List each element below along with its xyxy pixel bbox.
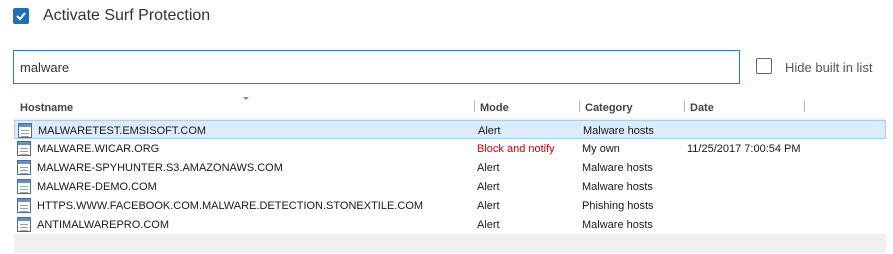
hide-builtin-checkbox[interactable] — [756, 58, 772, 74]
surf-protection-label: Activate Surf Protection — [43, 7, 211, 24]
cell-category: Malware hosts — [582, 181, 653, 193]
hosts-table: Hostname Mode Category Date MALWARETEST.… — [14, 96, 886, 253]
cell-category: My own — [582, 143, 620, 155]
table-row[interactable]: HTTPS.WWW.FACEBOOK.COM.MALWARE.DETECTION… — [14, 196, 886, 215]
column-separator[interactable] — [804, 100, 805, 112]
sort-indicator-icon — [243, 97, 249, 100]
host-entry-icon — [17, 198, 31, 213]
search-input[interactable]: malware — [13, 50, 740, 84]
column-header-date[interactable]: Date — [690, 102, 714, 114]
surf-protection-checkbox[interactable] — [13, 8, 29, 24]
cell-hostname: ANTIMALWAREPRO.COM — [37, 219, 170, 231]
host-entry-icon — [18, 123, 32, 138]
table-row[interactable]: MALWARETEST.EMSISOFT.COM Alert Malware h… — [14, 120, 886, 139]
table-header: Hostname Mode Category Date — [14, 96, 886, 118]
column-separator[interactable] — [474, 100, 475, 112]
cell-mode: Alert — [477, 181, 500, 193]
cell-category: Malware hosts — [582, 162, 653, 174]
cell-mode: Alert — [477, 200, 500, 212]
cell-mode: Block and notify — [477, 143, 555, 155]
cell-hostname: MALWARE.WICAR.ORG — [37, 143, 160, 155]
cell-hostname: MALWARETEST.EMSISOFT.COM — [38, 125, 207, 137]
cell-category: Malware hosts — [582, 219, 653, 231]
column-separator[interactable] — [684, 100, 685, 112]
checkmark-icon — [16, 12, 26, 21]
cell-category: Phishing hosts — [582, 200, 654, 212]
host-entry-icon — [17, 141, 31, 156]
column-header-hostname[interactable]: Hostname — [20, 102, 73, 114]
cell-hostname: MALWARE-DEMO.COM — [37, 181, 157, 193]
host-entry-icon — [17, 179, 31, 194]
table-row[interactable]: ANTIMALWAREPRO.COM Alert Malware hosts — [14, 215, 886, 234]
table-row[interactable]: MALWARE-SPYHUNTER.S3.AMAZONAWS.COM Alert… — [14, 158, 886, 177]
table-row[interactable]: MALWARE-DEMO.COM Alert Malware hosts — [14, 177, 886, 196]
cell-mode: Alert — [478, 125, 501, 137]
cell-mode: Alert — [477, 162, 500, 174]
column-header-category[interactable]: Category — [585, 102, 633, 114]
cell-mode: Alert — [477, 219, 500, 231]
host-entry-icon — [17, 160, 31, 175]
table-body: MALWARETEST.EMSISOFT.COM Alert Malware h… — [14, 118, 886, 253]
cell-hostname: MALWARE-SPYHUNTER.S3.AMAZONAWS.COM — [37, 162, 283, 174]
cell-category: Malware hosts — [583, 125, 654, 137]
host-entry-icon — [17, 217, 31, 232]
cell-date: 11/25/2017 7:00:54 PM — [687, 143, 801, 155]
hide-builtin-label: Hide built in list — [785, 60, 873, 75]
cell-hostname: HTTPS.WWW.FACEBOOK.COM.MALWARE.DETECTION… — [37, 200, 424, 212]
column-separator[interactable] — [579, 100, 580, 112]
column-header-mode[interactable]: Mode — [480, 102, 509, 114]
table-row[interactable]: MALWARE.WICAR.ORG Block and notify My ow… — [14, 139, 886, 158]
